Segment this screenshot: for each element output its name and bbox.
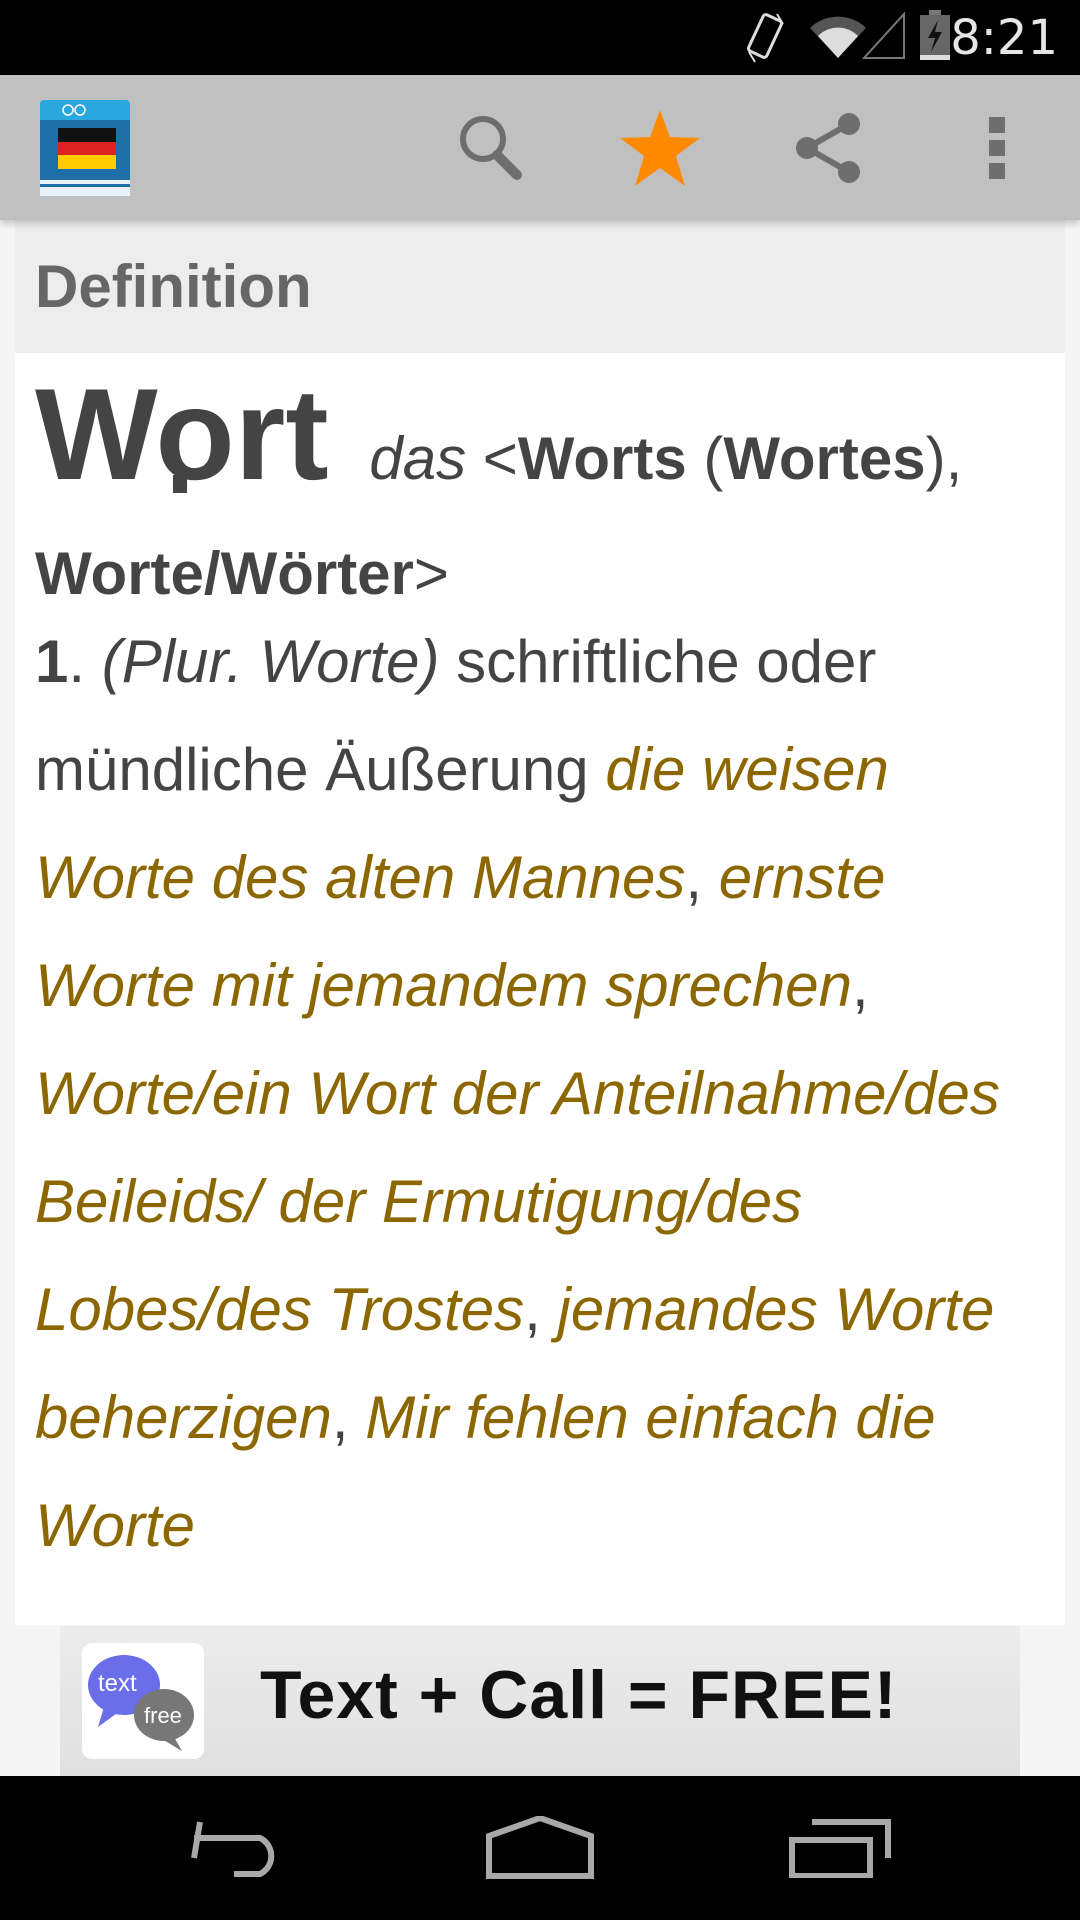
battery-charging-icon	[920, 10, 950, 60]
grammar-close: >	[413, 540, 449, 607]
separator: ,	[331, 1384, 366, 1451]
clock: 8:21	[950, 10, 1058, 66]
search-button[interactable]	[425, 75, 555, 220]
sense-1: 1. (Plur. Worte) schriftliche oder mündl…	[35, 608, 1045, 1580]
sense-note: (Plur. Worte)	[101, 628, 440, 695]
section-header: Definition	[15, 220, 1065, 353]
textfree-logo-icon: text free	[88, 1655, 194, 1751]
home-icon	[486, 1816, 594, 1879]
svg-text:text: text	[98, 1670, 137, 1697]
back-button[interactable]	[140, 1776, 340, 1920]
navigation-bar	[0, 1776, 1080, 1920]
overflow-menu-button[interactable]	[932, 75, 1062, 220]
genitive-alt-form: Wortes	[723, 425, 926, 492]
star-icon	[620, 109, 700, 186]
paren-open: (	[686, 425, 724, 492]
ad-banner[interactable]: text free Text + Call = FREE!	[60, 1626, 1020, 1776]
favorite-button[interactable]	[595, 75, 725, 220]
more-vert-icon	[989, 116, 1005, 179]
recents-icon	[789, 1819, 891, 1878]
ad-text: Text + Call = FREE!	[260, 1657, 898, 1733]
separator: ,	[524, 1276, 558, 1343]
definition-card[interactable]: Definition Wort das <Worts (Wortes), Wor…	[15, 220, 1065, 1625]
share-icon	[796, 112, 860, 183]
separator: ,	[685, 844, 719, 911]
signal-icon	[862, 12, 905, 59]
grammar-open: <	[482, 425, 518, 492]
wifi-icon	[810, 16, 866, 59]
ad-logo: text free	[82, 1643, 204, 1759]
paren-close: ),	[925, 425, 963, 492]
status-bar: 8:21	[0, 0, 1080, 75]
sense-number: 1	[35, 628, 69, 695]
search-icon	[460, 115, 522, 180]
definition-body: Wort das <Worts (Wortes), Worte/Wörter> …	[15, 359, 1065, 1580]
app-home-button[interactable]	[20, 75, 150, 220]
svg-text:free: free	[144, 1703, 182, 1728]
back-icon	[191, 1821, 275, 1877]
genitive-form: Worts	[517, 425, 687, 492]
article: das	[369, 425, 467, 492]
action-bar	[0, 75, 1080, 220]
section-title: Definition	[35, 253, 312, 320]
sense-dot: .	[68, 628, 102, 695]
recents-button[interactable]	[740, 1776, 940, 1920]
vibrate-icon	[746, 13, 784, 63]
share-button[interactable]	[763, 75, 893, 220]
plural-forms: Worte/Wörter	[35, 540, 414, 607]
home-button[interactable]	[440, 1776, 640, 1920]
german-dictionary-book-icon	[40, 99, 130, 196]
stress-mark	[173, 475, 187, 493]
headword: Wort	[35, 361, 329, 507]
separator: ,	[851, 952, 869, 1019]
